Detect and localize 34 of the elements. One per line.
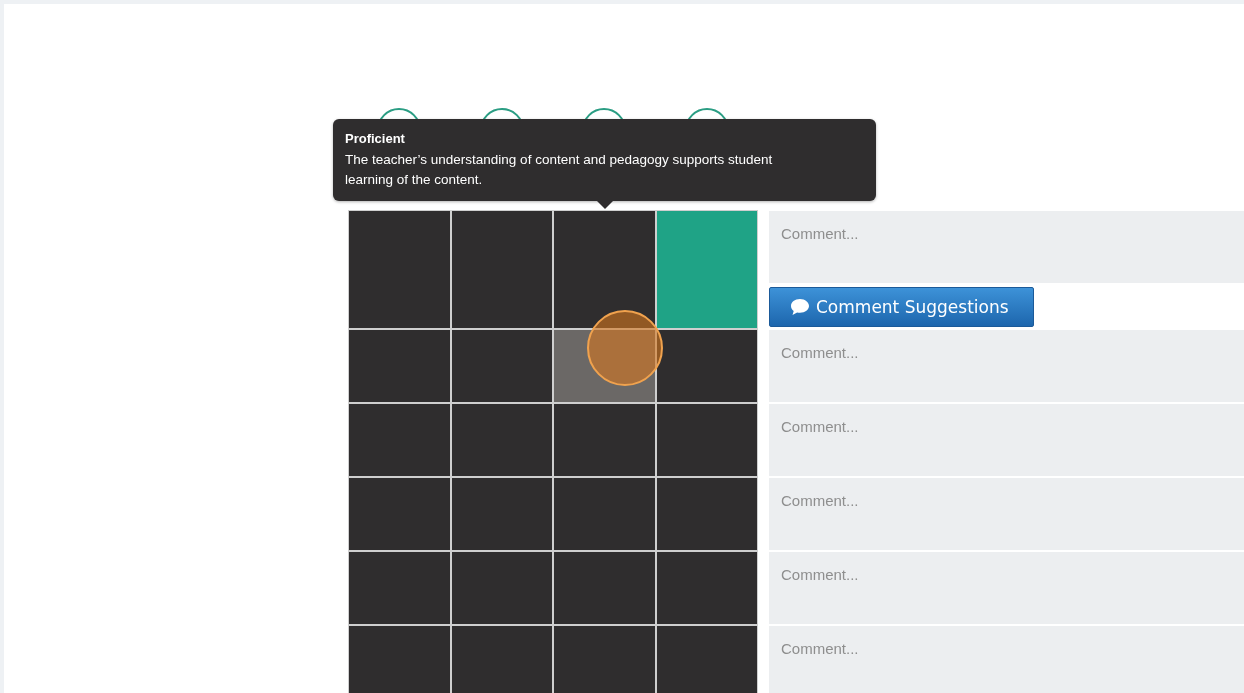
comment-suggestions-button[interactable]: Comment Suggestions	[769, 287, 1034, 327]
rubric-cell[interactable]	[451, 626, 552, 693]
rubric-cell[interactable]	[451, 330, 552, 402]
speech-bubble-icon	[790, 298, 810, 316]
rubric-cell[interactable]	[656, 404, 757, 476]
rubric-cell[interactable]	[349, 330, 450, 402]
comment-field[interactable]: Comment...	[769, 478, 1244, 550]
rubric-cell[interactable]	[554, 626, 655, 693]
rubric-cell[interactable]	[349, 404, 450, 476]
rubric-cell[interactable]	[451, 211, 552, 328]
rubric-cell[interactable]	[349, 552, 450, 624]
rubric-cell[interactable]	[451, 552, 552, 624]
tooltip-text: The teacher’s understanding of content and pedagogy supports student learning of the content.	[345, 151, 774, 189]
rubric-cell[interactable]	[656, 211, 757, 328]
rubric-cell[interactable]	[554, 330, 655, 402]
comment-field[interactable]: Comment...	[769, 404, 1244, 476]
rubric-cell[interactable]	[656, 552, 757, 624]
rubric-cell[interactable]	[554, 211, 655, 328]
tooltip-title: Proficient	[345, 131, 406, 146]
rubric-cell[interactable]	[349, 478, 450, 550]
comment-field[interactable]: Comment...	[769, 626, 1244, 693]
rubric-cell[interactable]	[349, 626, 450, 693]
rubric-cell[interactable]	[451, 404, 552, 476]
rubric-cell[interactable]	[554, 404, 655, 476]
rubric-cell[interactable]	[554, 552, 655, 624]
rubric-cell[interactable]	[656, 330, 757, 402]
rubric-cell[interactable]	[656, 478, 757, 550]
rubric-cell[interactable]	[554, 478, 655, 550]
comment-field[interactable]: Comment...	[769, 552, 1244, 624]
rubric-cell[interactable]	[656, 626, 757, 693]
rubric-cell[interactable]	[349, 211, 450, 328]
rubric-cell[interactable]	[451, 478, 552, 550]
comment-field[interactable]: Comment...	[769, 211, 1244, 283]
comment-field[interactable]: Comment...	[769, 330, 1244, 402]
